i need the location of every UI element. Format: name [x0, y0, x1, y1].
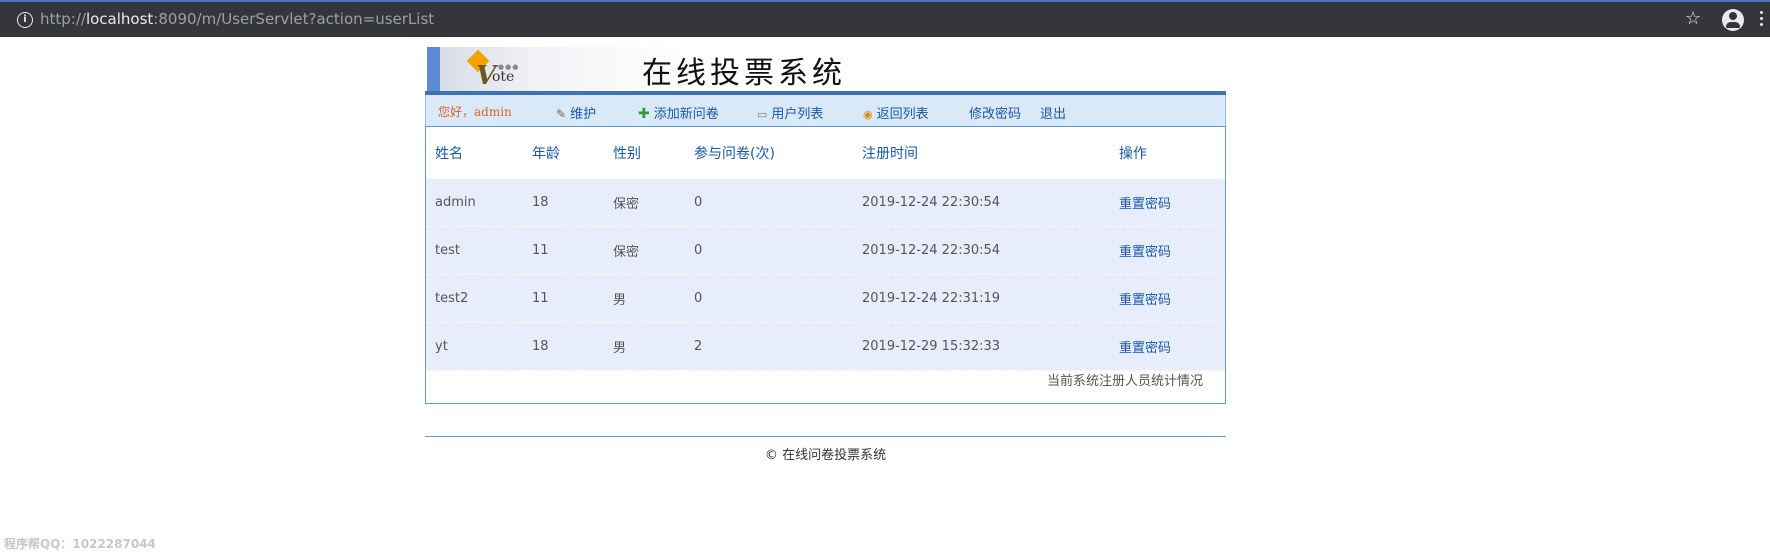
- cell-count: 0: [685, 226, 853, 275]
- col-header-action: 操作: [1119, 146, 1147, 162]
- browser-address-bar: i http://localhost:8090/m/UserServlet?ac…: [0, 0, 1770, 37]
- nav-item-label: 添加新问卷: [653, 107, 719, 122]
- col-header-survey-count: 参与问卷(次): [694, 146, 775, 162]
- table-row: test 11 保密 0 2019-12-24 22:30:54 重置密码: [426, 226, 1225, 275]
- cell-gender: 男: [604, 274, 685, 323]
- cell-registered: 2019-12-24 22:30:54: [853, 226, 1110, 275]
- browser-menu-icon[interactable]: [1760, 11, 1763, 29]
- reset-password-link[interactable]: 重置密码: [1110, 274, 1225, 323]
- logo-dots: ●●●: [498, 63, 520, 71]
- watermark: 程序帮QQ：1022287044: [4, 537, 156, 551]
- cell-gender: 保密: [604, 226, 685, 275]
- cell-name: yt: [426, 322, 523, 371]
- nav-item-label: 退出: [1040, 107, 1067, 122]
- wrench-icon: ✎: [556, 107, 567, 121]
- reset-password-link[interactable]: 重置密码: [1110, 226, 1225, 275]
- nav-item-maintain[interactable]: ✎ 维护: [556, 103, 596, 122]
- reset-password-link[interactable]: 重置密码: [1110, 322, 1225, 371]
- table-row: yt 18 男 2 2019-12-29 15:32:33 重置密码: [426, 322, 1225, 371]
- footer: © 在线问卷投票系统: [425, 444, 1226, 463]
- banner-strip: [427, 47, 440, 91]
- cell-count: 0: [685, 274, 853, 323]
- col-header-registered: 注册时间: [862, 146, 918, 162]
- url-field[interactable]: http://localhost:8090/m/UserServlet?acti…: [40, 10, 434, 28]
- table-summary: 当前系统注册人员统计情况: [1046, 374, 1203, 389]
- nav-item-user-list[interactable]: ▭ 用户列表: [757, 103, 823, 122]
- cell-name: test: [426, 226, 523, 275]
- account-icon[interactable]: [1722, 9, 1744, 31]
- greeting: 您好，admin: [438, 105, 512, 119]
- chat-icon: ▭: [757, 108, 768, 121]
- col-header-name: 姓名: [435, 146, 463, 162]
- nav-item-label: 修改密码: [969, 107, 1022, 122]
- cell-age: 18: [523, 322, 604, 371]
- return-icon: ◉: [863, 108, 873, 121]
- reset-password-link[interactable]: 重置密码: [1110, 179, 1225, 227]
- info-icon[interactable]: i: [17, 12, 33, 28]
- page-container: V ote ●●● 在线投票系统 您好，admin ✎ 维护 ✚ 添加新问卷 ▭ 用户…: [425, 46, 1226, 404]
- nav-item-return-list[interactable]: ◉ 返回列表: [863, 103, 929, 122]
- site-title: 在线投票系统: [642, 56, 846, 91]
- cell-registered: 2019-12-24 22:30:54: [853, 179, 1110, 227]
- cell-gender: 保密: [604, 179, 685, 227]
- cell-count: 2: [685, 322, 853, 371]
- user-list-panel: 姓名 年龄 性别 参与问卷(次) 注册时间 操作 admin 18 保密 0 2…: [425, 126, 1226, 404]
- table-header-row: 姓名 年龄 性别 参与问卷(次) 注册时间 操作: [426, 127, 1225, 179]
- cell-registered: 2019-12-29 15:32:33: [853, 322, 1110, 371]
- plus-icon: ✚: [638, 106, 650, 122]
- nav-item-label: 维护: [570, 107, 597, 122]
- cell-name: test2: [426, 274, 523, 323]
- copyright-icon: ©: [764, 448, 778, 463]
- url-host: localhost: [85, 10, 154, 28]
- site-banner: V ote ●●● 在线投票系统: [425, 46, 1226, 91]
- url-prefix: http://: [40, 10, 86, 28]
- cell-age: 18: [523, 179, 604, 227]
- cell-age: 11: [523, 274, 604, 323]
- user-table: 姓名 年龄 性别 参与问卷(次) 注册时间 操作 admin 18 保密 0 2…: [426, 127, 1225, 371]
- nav-item-change-password[interactable]: 修改密码: [969, 103, 1021, 122]
- cell-age: 11: [523, 226, 604, 275]
- cell-registered: 2019-12-24 22:31:19: [853, 274, 1110, 323]
- table-row: admin 18 保密 0 2019-12-24 22:30:54 重置密码: [426, 179, 1225, 227]
- cell-gender: 男: [604, 322, 685, 371]
- bookmark-star-icon[interactable]: ☆: [1685, 8, 1701, 29]
- cell-count: 0: [685, 179, 853, 227]
- col-header-gender: 性别: [613, 146, 641, 162]
- col-header-age: 年龄: [532, 146, 560, 162]
- table-row: test2 11 男 0 2019-12-24 22:31:19 重置密码: [426, 274, 1225, 323]
- footer-text: 在线问卷投票系统: [782, 448, 887, 463]
- logo-letters-ote: ote: [492, 69, 515, 85]
- nav-item-label: 返回列表: [876, 107, 929, 122]
- nav-item-add-survey[interactable]: ✚ 添加新问卷: [638, 103, 719, 122]
- nav-item-label: 用户列表: [771, 107, 824, 122]
- top-nav: 您好，admin ✎ 维护 ✚ 添加新问卷 ▭ 用户列表 ◉ 返回列表 修改密码 退出: [425, 95, 1226, 126]
- nav-item-logout[interactable]: 退出: [1040, 103, 1066, 122]
- url-rest: :8090/m/UserServlet?action=userList: [153, 10, 435, 28]
- footer-divider: [425, 436, 1226, 437]
- cell-name: admin: [426, 179, 523, 227]
